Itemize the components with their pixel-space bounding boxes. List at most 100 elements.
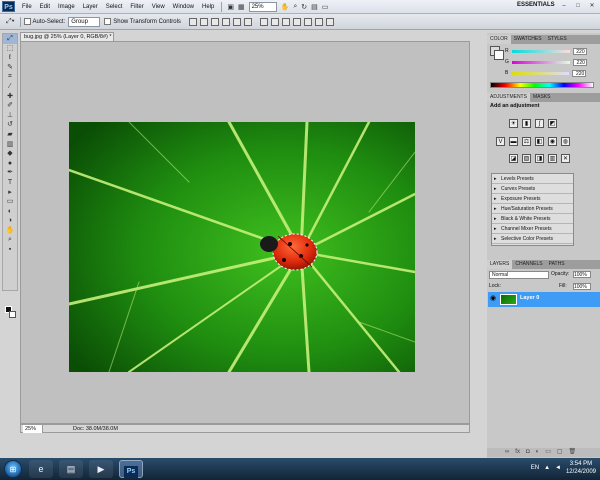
- zoom-tool-icon[interactable]: ⌕: [3, 235, 17, 245]
- layer-style-icon[interactable]: fx: [515, 448, 520, 457]
- blue-value-input[interactable]: 220: [572, 69, 587, 77]
- preset-black-white[interactable]: Black & White Presets: [492, 214, 573, 224]
- preset-hue-saturation[interactable]: Hue/Saturation Presets: [492, 204, 573, 214]
- file-explorer-icon[interactable]: ▤: [59, 460, 83, 478]
- visibility-eye-icon[interactable]: ◉: [490, 295, 498, 303]
- preset-exposure[interactable]: Exposure Presets: [492, 194, 573, 204]
- canvas-area[interactable]: [20, 41, 470, 424]
- close-button[interactable]: ✕: [586, 2, 598, 11]
- path-selection-tool-icon[interactable]: ▸: [3, 188, 17, 198]
- channel-mixer-icon[interactable]: ◍: [561, 137, 570, 146]
- document-size-info[interactable]: Doc: 38.0M/38.0M: [73, 425, 118, 433]
- distribute-left-icon[interactable]: [292, 17, 301, 26]
- type-tool-icon[interactable]: T: [3, 178, 17, 188]
- distribute-bottom-icon[interactable]: [281, 17, 290, 26]
- workspace-switcher[interactable]: ESSENTIALS: [517, 2, 555, 8]
- show-transform-checkbox[interactable]: [104, 18, 112, 25]
- align-vcenter-icon[interactable]: [199, 17, 208, 26]
- document-tab[interactable]: bug.jpg @ 25% (Layer 0, RGB/8#) *: [20, 32, 114, 41]
- blue-slider[interactable]: [511, 71, 570, 75]
- blend-mode-select[interactable]: Normal: [489, 271, 549, 279]
- exposure-icon[interactable]: ◩: [548, 119, 557, 128]
- screen-mode-icon[interactable]: ▭: [322, 2, 329, 12]
- link-layers-icon[interactable]: ∞: [505, 448, 509, 457]
- new-adjustment-layer-icon[interactable]: ◐: [536, 448, 540, 457]
- color-spectrum-bar[interactable]: [490, 82, 594, 88]
- default-colors-icon[interactable]: ▪: [3, 245, 17, 255]
- menu-view[interactable]: View: [148, 0, 169, 14]
- hand-tool-icon[interactable]: ✋: [281, 2, 290, 12]
- auto-select-dropdown[interactable]: Group: [68, 16, 101, 27]
- move-tool-preset-icon[interactable]: ⤢▾: [6, 17, 15, 27]
- eyedropper-tool-icon[interactable]: ⁄: [3, 82, 17, 92]
- new-layer-icon[interactable]: ▢: [557, 448, 563, 457]
- maximize-button[interactable]: □: [572, 2, 584, 11]
- tab-paths[interactable]: PATHS: [546, 260, 568, 269]
- align-right-icon[interactable]: [243, 17, 252, 26]
- menu-filter[interactable]: Filter: [126, 0, 147, 14]
- clone-stamp-tool-icon[interactable]: ⊥: [3, 111, 17, 121]
- tab-styles[interactable]: STYLES: [545, 35, 570, 44]
- 3d-orbit-tool-icon[interactable]: ◑: [3, 216, 17, 226]
- menu-help[interactable]: Help: [198, 0, 218, 14]
- auto-align-icon[interactable]: [325, 17, 334, 26]
- layer-name[interactable]: Layer 0: [520, 295, 539, 301]
- add-mask-icon[interactable]: ◘: [526, 448, 530, 457]
- menu-layer[interactable]: Layer: [79, 0, 102, 14]
- menu-window[interactable]: Window: [169, 0, 198, 14]
- tab-color[interactable]: COLOR: [487, 35, 511, 44]
- start-button[interactable]: ⊞: [0, 458, 26, 480]
- posterize-icon[interactable]: ▨: [522, 154, 531, 163]
- 3d-rotate-tool-icon[interactable]: ◐: [3, 207, 17, 217]
- zoom-tool-icon[interactable]: ⌕: [293, 2, 297, 12]
- minimize-button[interactable]: –: [558, 2, 570, 11]
- background-color-swatch[interactable]: [9, 311, 16, 318]
- new-group-icon[interactable]: ▭: [545, 448, 551, 457]
- pen-tool-icon[interactable]: ✒: [3, 168, 17, 178]
- green-slider[interactable]: [511, 60, 570, 64]
- tab-adjustments[interactable]: ADJUSTMENTS: [487, 93, 530, 102]
- marquee-tool-icon[interactable]: ⬚: [3, 44, 17, 54]
- distribute-right-icon[interactable]: [314, 17, 323, 26]
- image-canvas[interactable]: [69, 122, 415, 372]
- move-tool-icon[interactable]: ⤢: [3, 34, 17, 44]
- history-brush-tool-icon[interactable]: ↺: [3, 120, 17, 130]
- align-top-icon[interactable]: [188, 17, 197, 26]
- tab-channels[interactable]: CHANNELS: [512, 260, 545, 269]
- language-indicator[interactable]: EN: [531, 465, 539, 471]
- invert-icon[interactable]: ◪: [509, 154, 518, 163]
- hand-tool-icon[interactable]: ✋: [3, 226, 17, 236]
- distribute-top-icon[interactable]: [259, 17, 268, 26]
- preset-channel-mixer[interactable]: Channel Mixer Presets: [492, 224, 573, 234]
- eraser-tool-icon[interactable]: ▰: [3, 130, 17, 140]
- tab-masks[interactable]: MASKS: [530, 93, 554, 102]
- media-player-icon[interactable]: ▶: [89, 460, 113, 478]
- arrange-documents-icon[interactable]: ▤: [311, 2, 318, 12]
- internet-explorer-icon[interactable]: e: [29, 460, 53, 478]
- brightness-icon[interactable]: ☀: [509, 119, 518, 128]
- volume-icon[interactable]: ◄: [555, 465, 561, 471]
- rotate-view-icon[interactable]: ↻: [301, 2, 307, 12]
- healing-brush-tool-icon[interactable]: ✚: [3, 92, 17, 102]
- align-hcenter-icon[interactable]: [232, 17, 241, 26]
- hue-saturation-icon[interactable]: ▬: [509, 137, 518, 146]
- curves-icon[interactable]: ∫: [535, 119, 544, 128]
- distribute-vcenter-icon[interactable]: [270, 17, 279, 26]
- lasso-tool-icon[interactable]: ℓ: [3, 53, 17, 63]
- preset-levels[interactable]: Levels Presets: [492, 174, 573, 184]
- red-value-input[interactable]: 220: [572, 47, 587, 55]
- green-value-input[interactable]: 220: [572, 58, 587, 66]
- distribute-hcenter-icon[interactable]: [303, 17, 312, 26]
- menu-edit[interactable]: Edit: [36, 0, 54, 14]
- photo-filter-icon[interactable]: ◉: [548, 137, 557, 146]
- crop-tool-icon[interactable]: ⌗: [3, 72, 17, 82]
- zoom-level-select[interactable]: 25%: [248, 1, 277, 12]
- delete-layer-icon[interactable]: 🗑: [569, 448, 577, 457]
- menu-select[interactable]: Select: [102, 0, 127, 14]
- view-extras-icon[interactable]: ▦: [238, 2, 245, 12]
- preset-selective-color[interactable]: Selective Color Presets: [492, 234, 573, 244]
- blur-tool-icon[interactable]: ◆: [3, 149, 17, 159]
- brush-tool-icon[interactable]: ✐: [3, 101, 17, 111]
- vibrance-icon[interactable]: V: [496, 137, 505, 146]
- clock[interactable]: 3:54 PM 12/24/2009: [566, 460, 596, 476]
